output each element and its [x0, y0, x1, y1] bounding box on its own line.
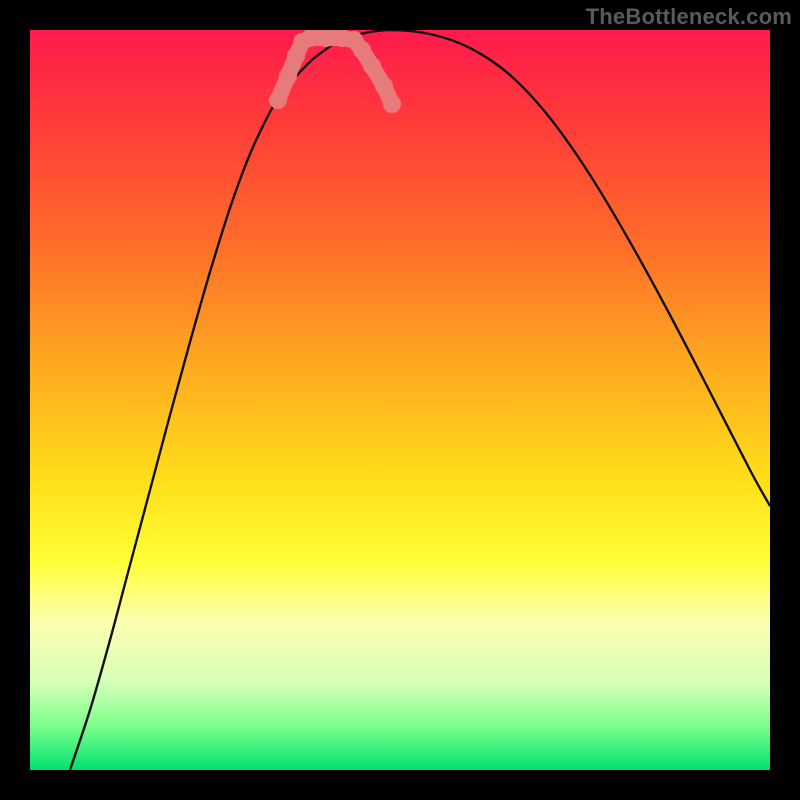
- data-dot: [375, 77, 393, 95]
- dot-bridge-path: [278, 38, 392, 104]
- data-dot: [279, 67, 297, 85]
- watermark-text: TheBottleneck.com: [586, 4, 792, 30]
- data-dot: [353, 41, 371, 59]
- data-dot: [383, 95, 401, 113]
- plot-area: [30, 30, 770, 770]
- data-dot: [301, 30, 319, 47]
- data-dot: [363, 57, 381, 75]
- data-dot: [269, 91, 287, 109]
- data-dot: [333, 30, 351, 47]
- bottleneck-curve-svg: [30, 30, 770, 770]
- data-dot: [293, 33, 311, 51]
- data-dot: [287, 47, 305, 65]
- data-dot: [345, 31, 363, 49]
- data-dot: [317, 30, 335, 47]
- dots-group: [269, 30, 401, 113]
- bottleneck-curve-path: [70, 30, 770, 770]
- chart-frame: TheBottleneck.com: [0, 0, 800, 800]
